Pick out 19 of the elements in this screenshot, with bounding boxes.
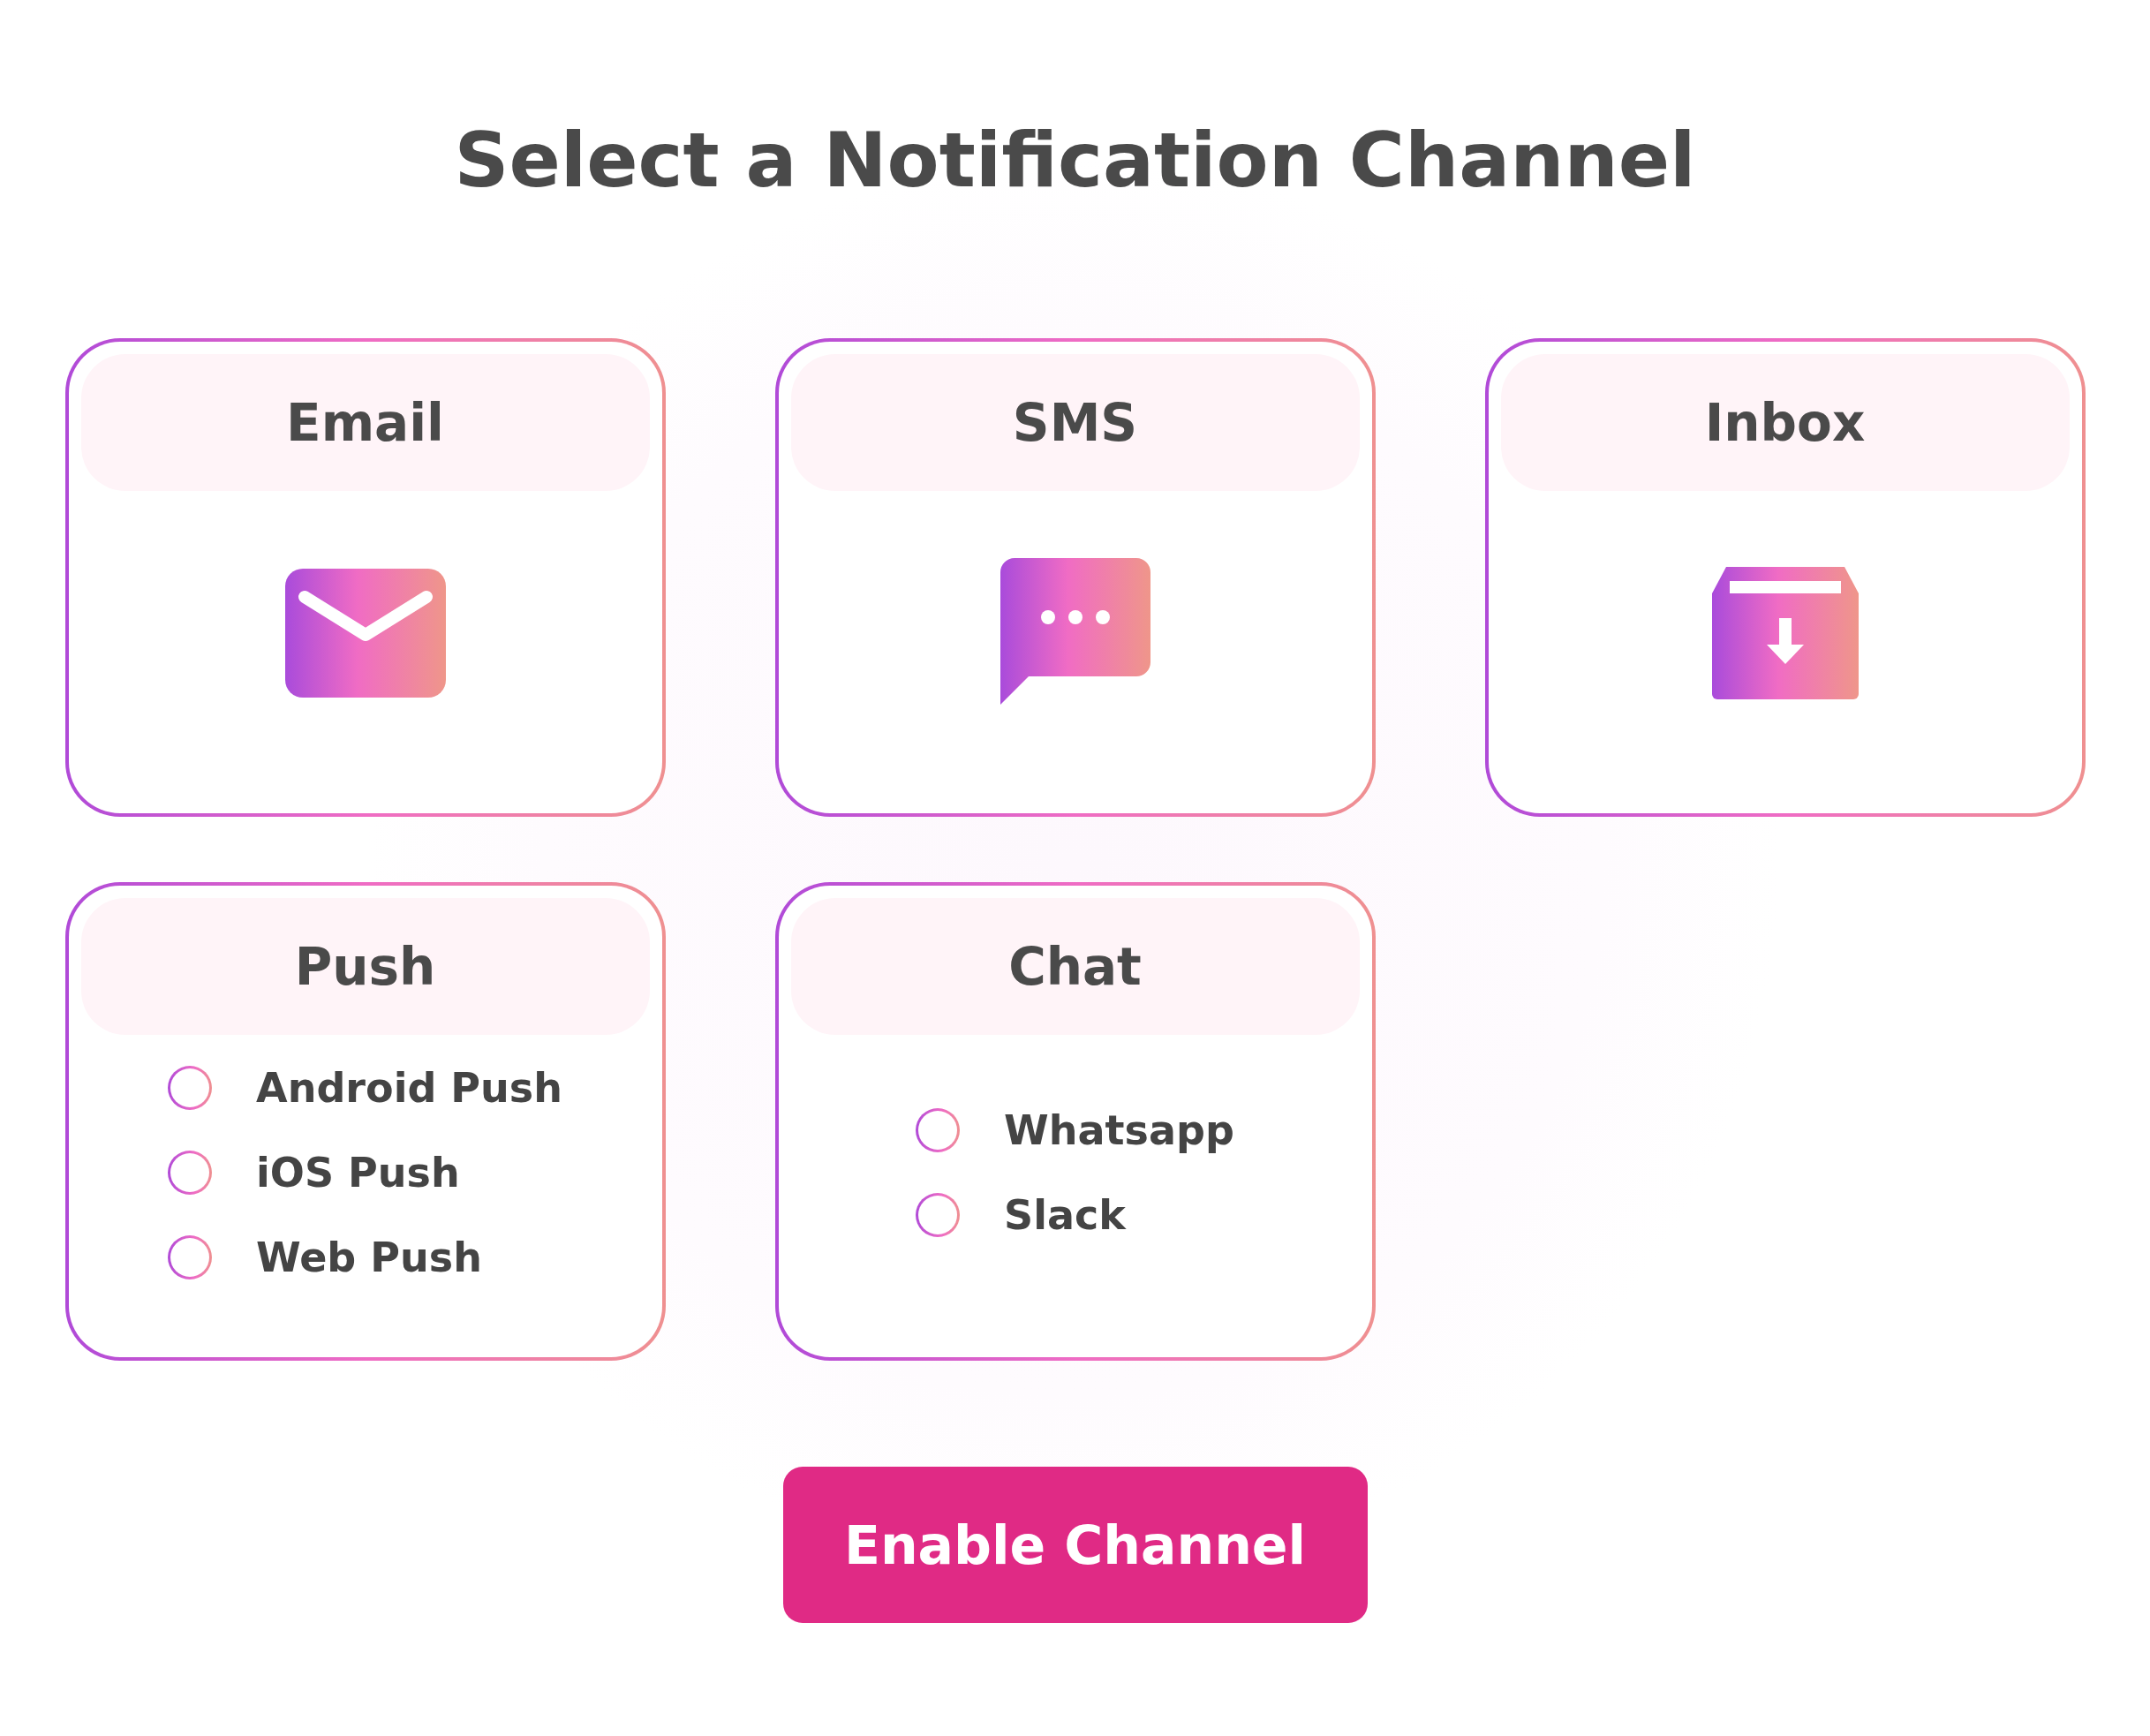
option-label: iOS Push xyxy=(256,1148,460,1196)
card-title: Push xyxy=(294,936,436,997)
card-title: Chat xyxy=(1008,936,1142,997)
radio-option[interactable]: Android Push xyxy=(168,1063,562,1112)
option-label: Slack xyxy=(1004,1190,1126,1239)
radio-option[interactable]: Whatsapp xyxy=(916,1106,1234,1154)
enable-channel-button[interactable]: Enable Channel xyxy=(782,1467,1368,1624)
option-label: Android Push xyxy=(256,1063,562,1112)
radio-option[interactable]: iOS Push xyxy=(168,1148,562,1196)
card-title: SMS xyxy=(1012,392,1138,453)
envelope-icon xyxy=(284,568,446,698)
option-label: Web Push xyxy=(256,1233,482,1281)
radio-option[interactable]: Web Push xyxy=(168,1233,562,1281)
card-title: Email xyxy=(286,392,444,453)
card-title: Inbox xyxy=(1704,392,1866,453)
download-box-icon xyxy=(1711,566,1859,699)
page-title: Select a Notification Channel xyxy=(454,115,1696,206)
radio-option[interactable]: Slack xyxy=(916,1190,1234,1239)
option-label: Whatsapp xyxy=(1004,1106,1234,1154)
